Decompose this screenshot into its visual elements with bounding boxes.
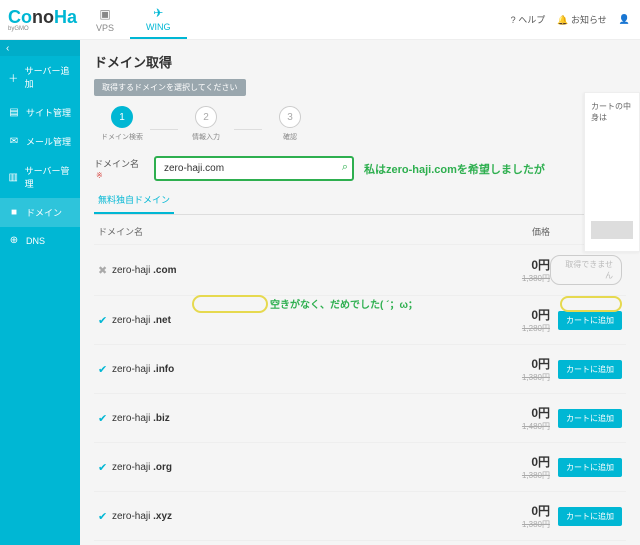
add-to-cart-button[interactable]: カートに追加 <box>558 360 622 379</box>
page-hint: 取得するドメインを選択してください <box>94 79 246 96</box>
sidebar-item-add-server[interactable]: ＋サーバー追加 <box>0 56 80 98</box>
logo: ConoHa byGMO <box>0 7 80 32</box>
domain-icon: ■ <box>8 207 20 218</box>
topnav-wing[interactable]: ✈ WING <box>130 0 187 39</box>
topnav-vps[interactable]: ▣ VPS <box>80 0 130 39</box>
domain-name: zero-haji .xyz <box>112 511 470 522</box>
price-original: 1,280円 <box>470 323 550 334</box>
mail-icon: ✉ <box>8 136 20 147</box>
table-row: ✔zero-haji .xyz0円1,380円カートに追加 <box>94 491 626 540</box>
add-to-cart-button[interactable]: カートに追加 <box>558 409 622 428</box>
table-row: ✖zero-haji .com0円1,380円取得できません <box>94 244 626 295</box>
help-link[interactable]: ? ヘルプ <box>511 13 546 26</box>
search-icon[interactable]: ⌕ <box>342 161 348 174</box>
steps: 1 ドメイン検索 2 情報入力 3 確認 <box>94 106 626 142</box>
tab-free-domain[interactable]: 無料独自ドメイン <box>94 187 174 214</box>
price-original: 1,380円 <box>470 519 550 530</box>
domain-name: zero-haji .biz <box>112 413 470 424</box>
check-icon: ✔ <box>98 314 112 327</box>
price-original: 1,380円 <box>470 273 550 284</box>
table-row: ✔zero-haji .click0円980円カートに追加 <box>94 540 626 545</box>
domain-name: zero-haji .info <box>112 364 470 375</box>
annotation-text: 空きがなく、だめでした( ´；ω； <box>270 296 418 311</box>
user-menu-icon[interactable]: 👤 <box>619 14 630 25</box>
domain-name: zero-haji .com <box>112 265 470 276</box>
dns-icon: ⊕ <box>8 235 20 246</box>
price-original: 1,480円 <box>470 421 550 432</box>
sidebar-collapse[interactable]: ‹ <box>0 40 80 56</box>
domain-search-input[interactable] <box>154 156 354 181</box>
sidebar-item-dns[interactable]: ⊕DNS <box>0 227 80 254</box>
price: 0円 <box>470 404 550 421</box>
table-row: ✔zero-haji .org0円1,380円カートに追加 <box>94 442 626 491</box>
wing-icon: ✈ <box>153 6 163 20</box>
plus-icon: ＋ <box>8 70 19 85</box>
topnav-label: VPS <box>96 23 114 33</box>
step-3: 3 確認 <box>262 106 318 142</box>
domain-name: zero-haji .org <box>112 462 470 473</box>
add-to-cart-button[interactable]: カートに追加 <box>558 458 622 477</box>
sidebar-item-mail[interactable]: ✉メール管理 <box>0 127 80 156</box>
add-to-cart-button[interactable]: カートに追加 <box>558 311 622 330</box>
x-icon: ✖ <box>98 264 112 277</box>
check-icon: ✔ <box>98 363 112 376</box>
price: 0円 <box>470 306 550 323</box>
price-original: 1,380円 <box>470 372 550 383</box>
topnav-label: WING <box>146 22 171 32</box>
step-2: 2 情報入力 <box>178 106 234 142</box>
cart-panel: カートの中身は <box>584 92 640 252</box>
unavailable-badge: 取得できません <box>550 255 622 285</box>
cart-header: カートの中身は <box>585 93 639 131</box>
sidebar-item-site[interactable]: ▤サイト管理 <box>0 98 80 127</box>
sidebar-item-server[interactable]: ▥サーバー管理 <box>0 156 80 198</box>
search-label: ドメイン名※ <box>94 157 144 180</box>
server-mgmt-icon: ▥ <box>8 172 19 183</box>
domain-name: zero-haji .net <box>112 315 470 326</box>
check-icon: ✔ <box>98 461 112 474</box>
table-row: ✔zero-haji .biz0円1,480円カートに追加 <box>94 393 626 442</box>
server-icon: ▣ <box>99 7 110 21</box>
page-title: ドメイン取得 <box>94 52 626 71</box>
bell-icon: 🔔 <box>557 15 568 25</box>
table-row: ✔zero-haji .info0円1,380円カートに追加 <box>94 344 626 393</box>
cart-action-button[interactable] <box>591 221 633 239</box>
check-icon: ✔ <box>98 510 112 523</box>
notice-link[interactable]: 🔔 お知らせ <box>557 13 607 26</box>
sidebar: ‹ ＋サーバー追加 ▤サイト管理 ✉メール管理 ▥サーバー管理 ■ドメイン ⊕D… <box>0 40 80 545</box>
check-icon: ✔ <box>98 412 112 425</box>
price: 0円 <box>470 256 550 273</box>
table-header: ドメイン名 価格 <box>94 215 626 244</box>
price-original: 1,380円 <box>470 470 550 481</box>
price: 0円 <box>470 453 550 470</box>
add-to-cart-button[interactable]: カートに追加 <box>558 507 622 526</box>
price: 0円 <box>470 355 550 372</box>
price: 0円 <box>470 502 550 519</box>
sidebar-item-domain[interactable]: ■ドメイン <box>0 198 80 227</box>
annotation-text: 私はzero-haji.comを希望しましたが <box>364 161 545 177</box>
help-icon: ? <box>511 15 516 25</box>
site-icon: ▤ <box>8 107 20 118</box>
step-1: 1 ドメイン検索 <box>94 106 150 142</box>
